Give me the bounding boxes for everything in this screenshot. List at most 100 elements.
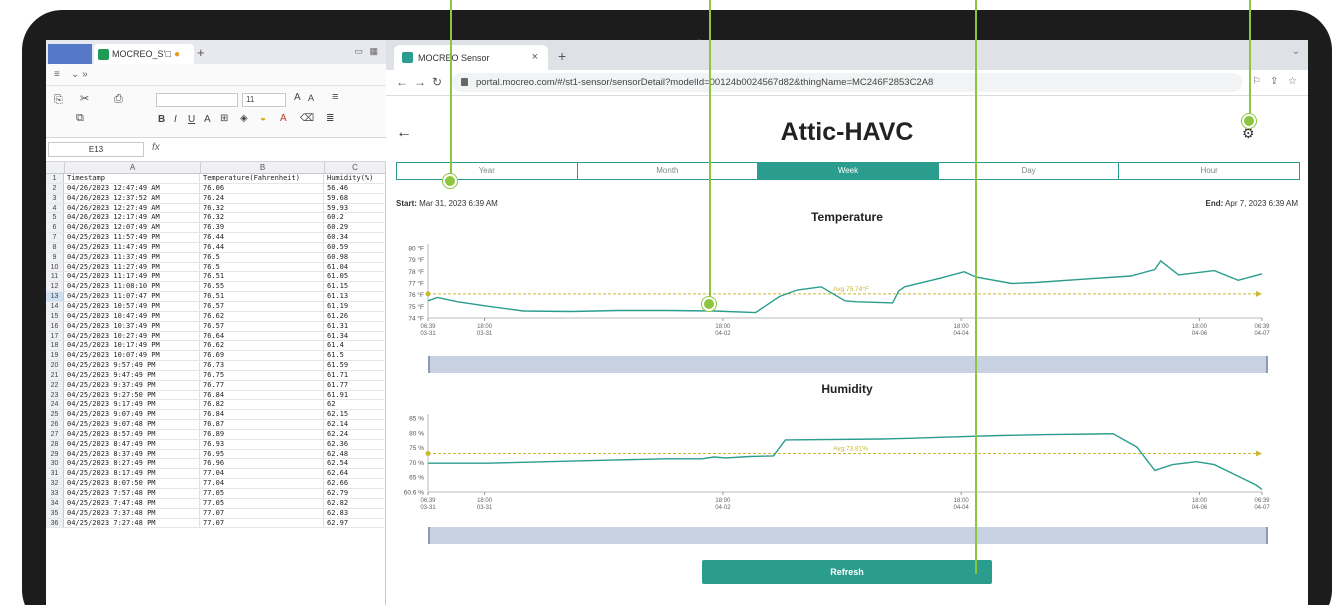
- row-number[interactable]: 20: [46, 361, 64, 370]
- cell-timestamp[interactable]: 04/25/2023 10:37:49 PM: [65, 321, 200, 331]
- row-number[interactable]: 5: [46, 213, 64, 223]
- row-number[interactable]: 2: [46, 183, 64, 193]
- cell-temperature[interactable]: 76.84: [201, 410, 324, 420]
- cell-timestamp[interactable]: 04/26/2023 12:47:49 AM: [65, 183, 200, 193]
- tab-month[interactable]: Month: [577, 163, 759, 179]
- tab-year[interactable]: Year: [397, 163, 578, 179]
- align-icon[interactable]: ≡: [332, 91, 338, 103]
- cell-timestamp[interactable]: 04/25/2023 7:47:48 PM: [65, 498, 200, 508]
- forward-nav-icon[interactable]: →: [414, 75, 426, 89]
- spreadsheet-file-tab[interactable]: MOCREO_S’□ ●: [94, 44, 194, 64]
- row-number[interactable]: 18: [46, 341, 64, 351]
- browser-tab[interactable]: MOCREO Sensor ×: [394, 45, 548, 70]
- name-box[interactable]: E13: [48, 142, 144, 157]
- fill-color-icon[interactable]: ◈: [240, 113, 248, 124]
- cell-timestamp[interactable]: 04/25/2023 8:07:50 PM: [65, 479, 200, 488]
- format-painter-icon[interactable]: ⎙: [114, 93, 123, 106]
- cell-temperature[interactable]: 77.07: [201, 518, 324, 528]
- cell-temperature[interactable]: 76.39: [201, 223, 324, 233]
- cell-temperature[interactable]: 76.44: [201, 233, 324, 242]
- row-number[interactable]: 6: [46, 223, 64, 233]
- cell-temperature[interactable]: 76.93: [201, 439, 324, 449]
- cell-humidity[interactable]: 61.05: [325, 272, 386, 281]
- cell-timestamp[interactable]: 04/25/2023 10:07:49 PM: [65, 351, 200, 361]
- menu-icon[interactable]: ≡: [54, 69, 60, 80]
- cell-temperature[interactable]: Temperature(Fahrenheit): [201, 174, 324, 183]
- strikethrough-icon[interactable]: A: [204, 114, 211, 125]
- row-number[interactable]: 35: [46, 508, 64, 518]
- row-number[interactable]: 11: [46, 272, 64, 282]
- cell-timestamp[interactable]: 04/25/2023 9:17:49 PM: [65, 400, 200, 410]
- cell-humidity[interactable]: 61.91: [325, 391, 386, 400]
- row-number[interactable]: 14: [46, 301, 64, 311]
- cell-temperature[interactable]: 76.5: [201, 262, 324, 272]
- cell-humidity[interactable]: 61.34: [325, 332, 386, 341]
- bookmark-star-icon[interactable]: ☆: [1288, 76, 1297, 87]
- cell-humidity[interactable]: 61.13: [325, 292, 386, 301]
- row-number[interactable]: 26: [46, 420, 64, 429]
- row-number[interactable]: 25: [46, 410, 64, 420]
- row-number[interactable]: 27: [46, 429, 64, 439]
- decrease-font-icon[interactable]: A: [308, 93, 314, 103]
- cell-humidity[interactable]: Humidity(%): [325, 174, 386, 183]
- cell-timestamp[interactable]: 04/25/2023 8:57:49 PM: [65, 429, 200, 439]
- cell-timestamp[interactable]: 04/25/2023 9:57:49 PM: [65, 361, 200, 370]
- cell-temperature[interactable]: 76.06: [201, 183, 324, 193]
- cell-temperature[interactable]: 76.32: [201, 213, 324, 223]
- cell-humidity[interactable]: 61.15: [325, 282, 386, 291]
- temperature-range-slider[interactable]: [428, 356, 1268, 373]
- row-number[interactable]: 21: [46, 370, 64, 380]
- cell-timestamp[interactable]: 04/25/2023 7:37:48 PM: [65, 508, 200, 518]
- cell-temperature[interactable]: 76.77: [201, 380, 324, 390]
- font-color-icon[interactable]: A: [280, 113, 287, 124]
- cell-temperature[interactable]: 76.95: [201, 449, 324, 459]
- row-number[interactable]: 16: [46, 321, 64, 331]
- new-tab-icon[interactable]: +: [558, 48, 566, 64]
- italic-icon[interactable]: I: [174, 114, 177, 125]
- cell-humidity[interactable]: 61.71: [325, 371, 386, 380]
- cell-temperature[interactable]: 76.24: [201, 193, 324, 203]
- row-number[interactable]: 17: [46, 331, 64, 341]
- cell-humidity[interactable]: 60.2: [325, 213, 386, 222]
- cell-temperature[interactable]: 76.89: [201, 429, 324, 439]
- copy-icon[interactable]: ⧉: [76, 112, 84, 125]
- cell-timestamp[interactable]: 04/26/2023 12:27:49 AM: [65, 203, 200, 213]
- cell-humidity[interactable]: 60.59: [325, 243, 386, 252]
- row-number[interactable]: 23: [46, 390, 64, 400]
- cell-timestamp[interactable]: 04/25/2023 7:57:48 PM: [65, 489, 200, 498]
- cell-temperature[interactable]: 76.84: [201, 390, 324, 400]
- cell-temperature[interactable]: 77.05: [201, 489, 324, 498]
- cell-timestamp[interactable]: Timestamp: [65, 174, 200, 183]
- row-number[interactable]: 3: [46, 193, 64, 203]
- cell-temperature[interactable]: 76.57: [201, 321, 324, 331]
- share-icon[interactable]: ⇪: [1270, 76, 1278, 87]
- cell-temperature[interactable]: 76.87: [201, 420, 324, 429]
- cell-timestamp[interactable]: 04/25/2023 11:07:47 PM: [65, 292, 200, 301]
- chevron-down-icon[interactable]: ⌄: [1292, 46, 1300, 57]
- cell-timestamp[interactable]: 04/25/2023 10:57:49 PM: [65, 301, 200, 311]
- row-number[interactable]: 15: [46, 311, 64, 321]
- column-header-a[interactable]: A: [65, 162, 201, 174]
- cell-timestamp[interactable]: 04/25/2023 9:47:49 PM: [65, 370, 200, 380]
- column-header-b[interactable]: B: [201, 162, 325, 174]
- row-number[interactable]: 32: [46, 479, 64, 488]
- row-number[interactable]: 31: [46, 469, 64, 479]
- bold-icon[interactable]: B: [158, 114, 165, 125]
- cell-timestamp[interactable]: 04/25/2023 8:17:49 PM: [65, 469, 200, 479]
- cell-humidity[interactable]: 59.68: [325, 194, 386, 203]
- cell-timestamp[interactable]: 04/25/2023 9:37:49 PM: [65, 380, 200, 390]
- row-number[interactable]: 10: [46, 262, 64, 272]
- cell-timestamp[interactable]: 04/26/2023 12:07:49 AM: [65, 223, 200, 233]
- cell-temperature[interactable]: 76.5: [201, 252, 324, 262]
- cell-humidity[interactable]: 59.93: [325, 204, 386, 213]
- cell-humidity[interactable]: 62.15: [325, 410, 386, 419]
- cell-humidity[interactable]: 61.19: [325, 302, 386, 311]
- tab-week[interactable]: Week: [758, 163, 939, 179]
- refresh-button[interactable]: Refresh: [702, 560, 992, 584]
- row-number[interactable]: 12: [46, 282, 64, 292]
- cell-humidity[interactable]: 60.29: [325, 223, 386, 232]
- cell-temperature[interactable]: 76.64: [201, 331, 324, 341]
- font-size-select[interactable]: 11: [242, 93, 286, 107]
- cell-temperature[interactable]: 77.04: [201, 469, 324, 479]
- font-family-select[interactable]: [156, 93, 238, 107]
